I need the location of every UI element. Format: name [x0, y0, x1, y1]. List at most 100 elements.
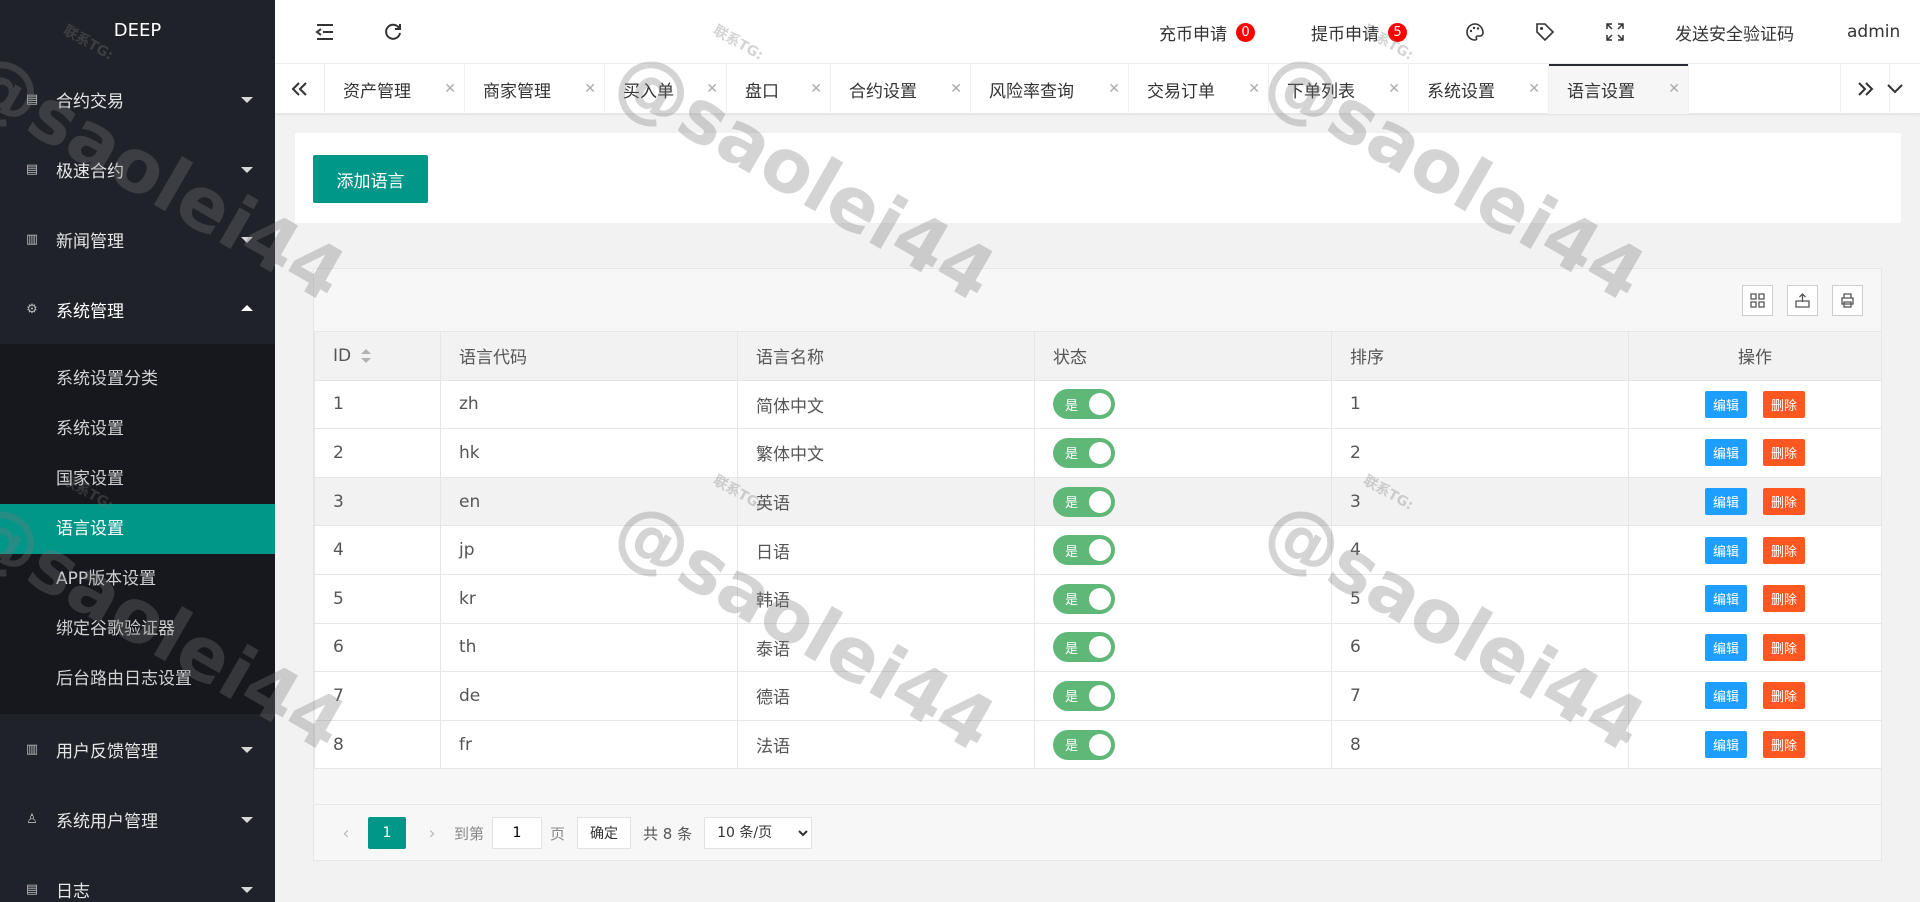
table-row[interactable]: 4 jp 日语是 4 编辑 删除: [314, 525, 1882, 575]
sidebar-subitem-language[interactable]: 语言设置: [0, 504, 275, 554]
sidebar-subitem-app-version[interactable]: APP版本设置: [0, 554, 275, 604]
edit-button[interactable]: 编辑: [1705, 439, 1747, 467]
tab-buy-orders[interactable]: 买入单 ✕: [605, 64, 727, 114]
table-row[interactable]: 1 zh 简体中文是 1 编辑 删除: [314, 379, 1882, 430]
prev-page-button[interactable]: ‹: [332, 823, 360, 844]
tab-asset-management[interactable]: 资产管理 ✕: [325, 64, 465, 114]
table-row[interactable]: 5 kr 韩语是 5 编辑 删除: [314, 573, 1882, 624]
refresh-button[interactable]: [373, 0, 413, 64]
status-toggle[interactable]: 是: [1053, 583, 1115, 614]
sidebar-subitem-country[interactable]: 国家设置: [0, 454, 275, 504]
user-menu[interactable]: admin: [1847, 0, 1900, 64]
sidebar-item-news[interactable]: ▥ 新闻管理: [0, 204, 275, 274]
column-header-sort: 排序: [1331, 331, 1629, 381]
goto-page-input[interactable]: [492, 817, 543, 849]
sidebar-item-system-users[interactable]: ♙ 系统用户管理: [0, 784, 275, 854]
close-icon[interactable]: ✕: [810, 81, 822, 97]
document-icon: ▤: [25, 161, 39, 177]
status-toggle[interactable]: 是: [1053, 389, 1115, 420]
edit-button[interactable]: 编辑: [1705, 390, 1747, 418]
edit-button[interactable]: 编辑: [1705, 633, 1747, 661]
table-row[interactable]: 7 de 德语是 7 编辑 删除: [314, 671, 1882, 721]
close-icon[interactable]: ✕: [444, 81, 456, 97]
sidebar-subitem-google-auth[interactable]: 绑定谷歌验证器: [0, 604, 275, 654]
tab-order-list[interactable]: 下单列表 ✕: [1269, 64, 1409, 114]
export-button[interactable]: [1787, 285, 1818, 316]
edit-button[interactable]: 编辑: [1705, 585, 1747, 613]
table-row[interactable]: 2 hk 繁体中文是 2 编辑 删除: [314, 428, 1882, 478]
sidebar-subitem-route-log[interactable]: 后台路由日志设置: [0, 654, 275, 704]
tab-merchant-management[interactable]: 商家管理 ✕: [465, 64, 605, 114]
sidebar-item-label: 新闻管理: [56, 231, 124, 252]
fullscreen-button[interactable]: [1600, 0, 1630, 64]
delete-button[interactable]: 删除: [1763, 682, 1805, 710]
next-page-button[interactable]: ›: [418, 823, 446, 844]
status-toggle[interactable]: 是: [1053, 680, 1115, 711]
close-icon[interactable]: ✕: [1248, 81, 1260, 97]
status-toggle[interactable]: 是: [1053, 729, 1115, 760]
table-row[interactable]: 6th 泰语是 6 编辑 删除: [314, 622, 1882, 673]
tab-order-book[interactable]: 盘口 ✕: [727, 64, 831, 114]
cell-ops: 编辑 删除: [1628, 671, 1882, 721]
status-toggle[interactable]: 是: [1053, 486, 1115, 517]
delete-button[interactable]: 删除: [1763, 585, 1805, 613]
delete-button[interactable]: 删除: [1763, 488, 1805, 516]
close-icon[interactable]: ✕: [1668, 81, 1680, 97]
sidebar-item-logs[interactable]: ▤ 日志: [0, 854, 275, 902]
chevron-up-icon: [241, 305, 253, 311]
cell-ops: 编辑 删除: [1628, 719, 1882, 770]
edit-button[interactable]: 编辑: [1705, 488, 1747, 516]
cell-ops: 编辑 删除: [1628, 379, 1882, 430]
edit-button[interactable]: 编辑: [1705, 731, 1747, 759]
sidebar-subitem-settings-category[interactable]: 系统设置分类: [0, 354, 275, 404]
goto-confirm-button[interactable]: 确定: [577, 817, 632, 849]
sidebar-item-system[interactable]: ⚙ 系统管理: [0, 274, 275, 344]
delete-button[interactable]: 删除: [1763, 536, 1805, 564]
columns-filter-button[interactable]: [1742, 285, 1773, 316]
tab-contract-settings[interactable]: 合约设置 ✕: [831, 64, 971, 114]
close-icon[interactable]: ✕: [706, 81, 718, 97]
theme-button[interactable]: [1460, 0, 1490, 64]
cell-id: 5: [314, 573, 441, 624]
cell-id: 1: [314, 379, 441, 430]
print-button[interactable]: [1832, 285, 1863, 316]
send-security-code-link[interactable]: 发送安全验证码: [1675, 0, 1794, 64]
delete-button[interactable]: 删除: [1763, 731, 1805, 759]
add-language-button[interactable]: 添加语言: [313, 155, 428, 203]
edit-button[interactable]: 编辑: [1705, 536, 1747, 564]
menu-collapse-button[interactable]: [305, 0, 345, 64]
current-page-button[interactable]: 1: [368, 817, 406, 849]
sidebar-subitem-settings[interactable]: 系统设置: [0, 404, 275, 454]
close-icon[interactable]: ✕: [1108, 81, 1120, 97]
status-toggle[interactable]: 是: [1053, 437, 1115, 468]
tab-menu-button[interactable]: [1870, 64, 1920, 114]
page-size-select[interactable]: 10 条/页: [704, 817, 813, 849]
cell-code: kr: [440, 573, 738, 624]
tab-trade-orders[interactable]: 交易订单 ✕: [1129, 64, 1269, 114]
table-row[interactable]: 8 fr 法语是 8 编辑 删除: [314, 719, 1882, 770]
status-toggle[interactable]: 是: [1053, 535, 1115, 566]
sidebar-item-fast-contract[interactable]: ▤ 极速合约: [0, 134, 275, 204]
close-icon[interactable]: ✕: [584, 81, 596, 97]
edit-button[interactable]: 编辑: [1705, 682, 1747, 710]
sort-icon[interactable]: [361, 348, 372, 363]
table-row[interactable]: 3 en 英语是 3 编辑 删除: [314, 476, 1882, 527]
tab-language-settings[interactable]: 语言设置 ✕: [1549, 64, 1689, 114]
tab-risk-query[interactable]: 风险率查询 ✕: [971, 64, 1129, 114]
status-toggle[interactable]: 是: [1053, 632, 1115, 663]
delete-button[interactable]: 删除: [1763, 633, 1805, 661]
tag-button[interactable]: [1530, 0, 1560, 64]
tab-scroll-left-button[interactable]: [275, 64, 325, 114]
close-icon[interactable]: ✕: [1388, 81, 1400, 97]
close-icon[interactable]: ✕: [1528, 81, 1540, 97]
deposit-request-link[interactable]: 充币申请 0: [1159, 0, 1255, 64]
withdraw-request-link[interactable]: 提币申请 5: [1311, 0, 1407, 64]
delete-button[interactable]: 删除: [1763, 390, 1805, 418]
chevron-down-icon: [241, 167, 253, 173]
delete-button[interactable]: 删除: [1763, 439, 1805, 467]
tab-system-settings[interactable]: 系统设置 ✕: [1409, 64, 1549, 114]
sidebar-item-feedback[interactable]: ▥ 用户反馈管理: [0, 714, 275, 784]
sidebar-item-contract-trade[interactable]: ▤ 合约交易: [0, 64, 275, 134]
column-header-id[interactable]: ID: [314, 331, 441, 381]
close-icon[interactable]: ✕: [950, 81, 962, 97]
